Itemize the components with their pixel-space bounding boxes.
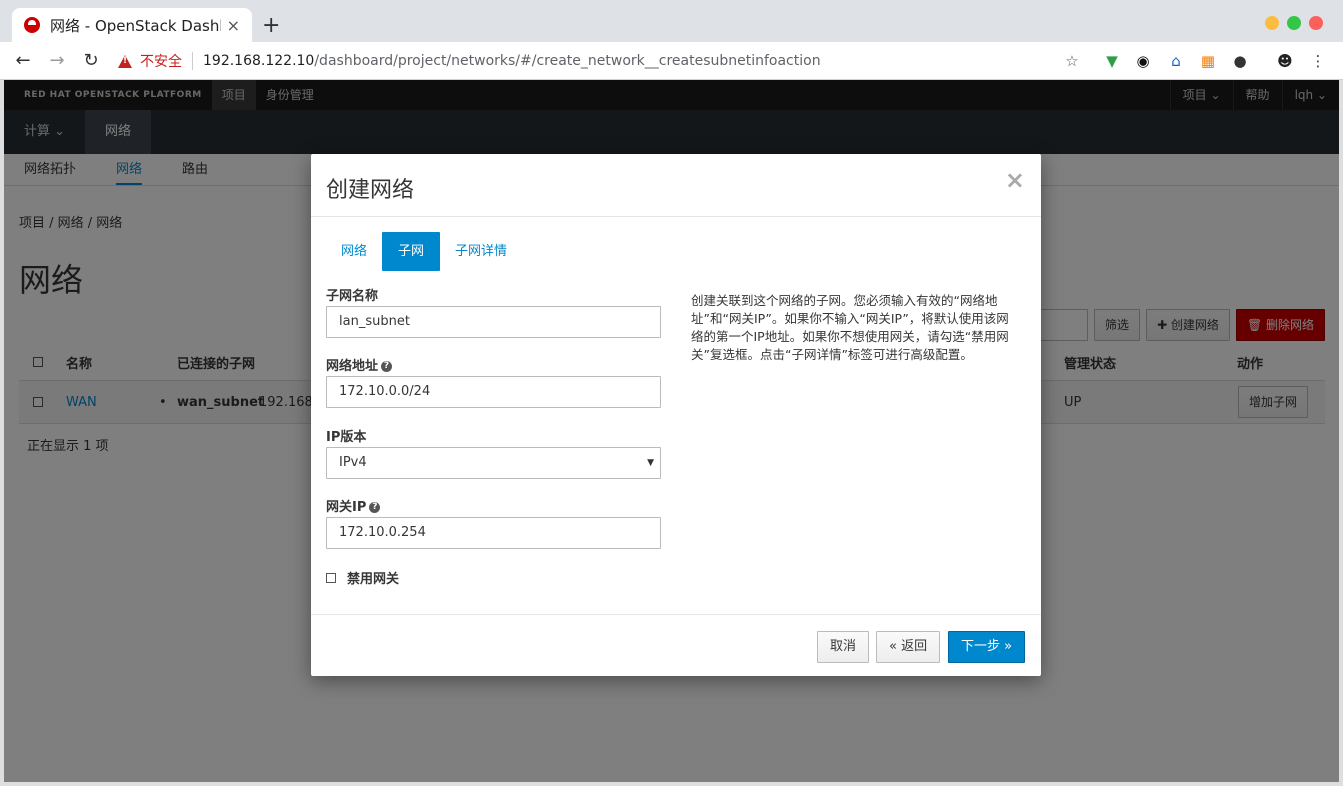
url-host[interactable]: 192.168.122.10: [203, 53, 314, 69]
network-address-label-text: 网络地址: [326, 359, 379, 374]
gateway-input[interactable]: 172.10.0.254: [326, 517, 661, 549]
minimize-button[interactable]: [1265, 16, 1279, 30]
dropdown-arrow-icon: ▼: [647, 458, 654, 468]
subnet-name-input[interactable]: lan_subnet: [326, 306, 661, 338]
browser-toolbar: ← → ↻ 不安全 192.168.122.10 /dashboard/proj…: [0, 42, 1343, 80]
address-divider: [192, 52, 193, 70]
window-controls: [1265, 16, 1323, 30]
subnet-help-text: 创建关联到这个网络的子网。您必须输入有效的“网络地址”和“网关IP”。如果你不输…: [691, 293, 1009, 362]
ip-version-value: IPv4: [339, 455, 367, 470]
bookmark-star-icon[interactable]: ☆: [1060, 42, 1084, 80]
help-icon[interactable]: ?: [369, 502, 381, 513]
modal-title: 创建网络: [326, 178, 415, 203]
forward-arrow-icon[interactable]: →: [46, 50, 68, 71]
shield-extension-icon[interactable]: ▼: [1100, 42, 1124, 80]
network-address-label: 网络地址?: [326, 355, 393, 374]
cancel-button[interactable]: 取消: [817, 631, 870, 663]
reload-icon[interactable]: ↻: [80, 50, 102, 71]
new-tab-button[interactable]: +: [262, 13, 280, 38]
menu-kebab-icon[interactable]: ⋮: [1306, 42, 1330, 80]
tab-title: 网络 - OpenStack Dashboard: [50, 16, 221, 35]
modal-header: 创建网络 ×: [311, 154, 1041, 217]
network-address-input[interactable]: 172.10.0.0/24: [326, 376, 661, 408]
wizard-tabs: 网络 子网 子网详情: [326, 232, 522, 271]
house-extension-icon[interactable]: ⌂: [1164, 42, 1188, 80]
maximize-button[interactable]: [1287, 16, 1301, 30]
gateway-label: 网关IP?: [326, 496, 381, 515]
browser-chrome: 网络 - OpenStack Dashboard × + ← → ↻ 不安全 1…: [0, 0, 1343, 80]
next-button[interactable]: 下一步 »: [948, 631, 1026, 663]
warning-icon: [118, 54, 132, 68]
orange-extension-icon[interactable]: ▦: [1196, 42, 1220, 80]
modal-footer: 取消 « 返回 下一步 »: [311, 614, 1041, 676]
close-window-button[interactable]: [1309, 16, 1323, 30]
tab-network[interactable]: 网络: [326, 232, 382, 271]
redhat-favicon-icon: [24, 17, 40, 33]
subnet-name-label: 子网名称: [326, 289, 379, 304]
security-status[interactable]: 不安全: [140, 51, 182, 71]
disable-gateway-label[interactable]: 禁用网关: [347, 568, 399, 587]
ip-version-label: IP版本: [326, 430, 367, 445]
tab-subnet[interactable]: 子网: [382, 232, 441, 271]
url-path[interactable]: /dashboard/project/networks/#/create_net…: [314, 53, 820, 69]
disable-gateway-checkbox[interactable]: [326, 572, 336, 583]
binoculars-extension-icon[interactable]: ●: [1228, 42, 1252, 80]
ip-version-select[interactable]: IPv4 ▼: [326, 447, 661, 479]
gnome-extension-icon[interactable]: ◉: [1131, 42, 1155, 80]
tab-subnet-details[interactable]: 子网详情: [440, 232, 522, 271]
close-icon[interactable]: ×: [1005, 166, 1025, 194]
back-arrow-icon[interactable]: ←: [12, 50, 34, 71]
back-button[interactable]: « 返回: [876, 631, 941, 663]
tab-close-icon[interactable]: ×: [227, 16, 240, 35]
create-network-modal: 创建网络 × 网络 子网 子网详情 子网名称 lan_subnet 网络地址? …: [311, 154, 1041, 676]
account-icon[interactable]: ☻: [1273, 42, 1297, 80]
disable-gateway-row[interactable]: 禁用网关: [326, 568, 399, 587]
browser-tab[interactable]: 网络 - OpenStack Dashboard ×: [12, 8, 252, 42]
gateway-label-text: 网关IP: [326, 500, 367, 515]
help-icon[interactable]: ?: [381, 361, 393, 372]
address-bar[interactable]: 不安全 192.168.122.10 /dashboard/project/ne…: [118, 42, 821, 80]
